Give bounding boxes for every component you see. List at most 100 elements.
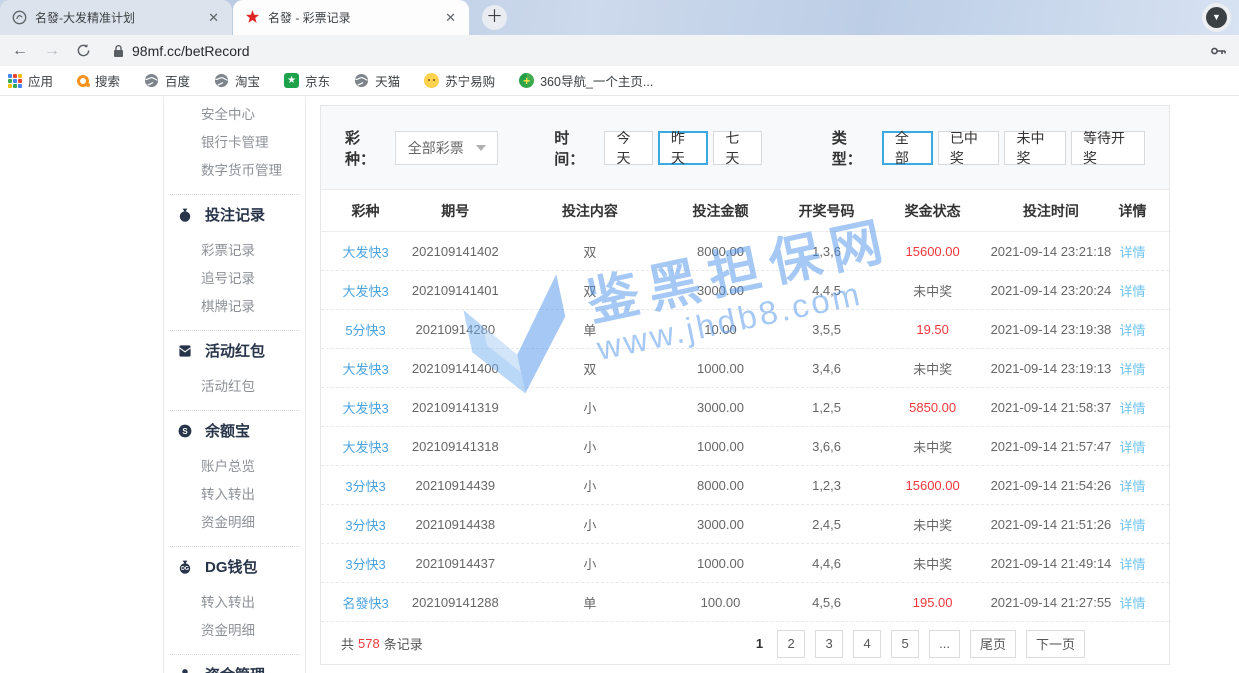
content-cell: 双 — [517, 281, 664, 300]
table-row: 大发快3 202109141318 小 1000.00 3,6,6 未中奖 20… — [321, 427, 1169, 466]
lottery-select[interactable]: 全部彩票 — [395, 131, 498, 165]
bookmark-jd[interactable]: ★ 京东 — [284, 71, 330, 90]
bookmark-search[interactable]: 搜索 — [77, 71, 120, 90]
detail-link[interactable]: 详情 — [1112, 554, 1153, 573]
new-tab-button[interactable]: ＋ — [482, 5, 507, 30]
bookmarks-bar: 应用 搜索 百度 淘宝 ★ 京东 天猫 苏宁易购 + 360导航_一个主页... — [0, 66, 1239, 96]
time-filter-label: 时间： — [554, 127, 596, 169]
numbers-cell: 3,4,6 — [778, 361, 876, 376]
lottery-link[interactable]: 大发快3 — [337, 242, 394, 261]
divider — [170, 330, 299, 331]
apps-grid-icon — [8, 74, 22, 88]
content-cell: 双 — [517, 359, 664, 378]
sidebar-section-red-packet[interactable]: 活动红包 — [177, 340, 305, 361]
time-cell: 2021-09-14 21:51:26 — [990, 517, 1112, 532]
page-3[interactable]: 3 — [815, 630, 843, 658]
sidebar-item-chase-records[interactable]: 追号记录 — [201, 265, 305, 293]
table-row: 名發快3 202109141288 单 100.00 4,5,6 195.00 … — [321, 583, 1169, 622]
detail-link[interactable]: 详情 — [1112, 593, 1153, 612]
sidebar-item-security-center[interactable]: 安全中心 — [201, 101, 305, 129]
detail-link[interactable]: 详情 — [1112, 281, 1153, 300]
sidebar-section-dg-wallet[interactable]: DG DG钱包 — [177, 556, 305, 577]
bookmark-label: 淘宝 — [235, 71, 260, 90]
search-ring-icon — [77, 75, 89, 87]
detail-link[interactable]: 详情 — [1112, 242, 1153, 261]
detail-link[interactable]: 详情 — [1112, 398, 1153, 417]
browser-tab-bet-record[interactable]: 名發 - 彩票记录 ✕ — [233, 0, 469, 35]
detail-link[interactable]: 详情 — [1112, 437, 1153, 456]
lottery-link[interactable]: 大发快3 — [337, 281, 394, 300]
detail-link[interactable]: 详情 — [1112, 320, 1153, 339]
sidebar-item-account-overview[interactable]: 账户总览 — [201, 453, 305, 481]
sidebar-item-activity-red-packet[interactable]: 活动红包 — [201, 373, 305, 401]
bookmark-tmall[interactable]: 天猫 — [354, 71, 400, 90]
lottery-link[interactable]: 5分快3 — [337, 320, 394, 339]
section-title: DG钱包 — [205, 556, 258, 577]
bookmark-apps[interactable]: 应用 — [8, 71, 53, 90]
time-filter-today[interactable]: 今天 — [604, 131, 652, 165]
sidebar-section-yuebao[interactable]: S 余额宝 — [177, 420, 305, 441]
star-favicon-icon — [245, 10, 260, 25]
refresh-icon[interactable] — [76, 43, 91, 58]
detail-link[interactable]: 详情 — [1112, 359, 1153, 378]
sidebar-item-fund-details[interactable]: 资金明细 — [201, 509, 305, 537]
bookmark-baidu[interactable]: 百度 — [144, 71, 190, 90]
bookmark-suning[interactable]: 苏宁易购 — [424, 71, 495, 90]
money-bag-icon — [177, 207, 193, 223]
lottery-link[interactable]: 3分快3 — [337, 515, 394, 534]
status-cell: 未中奖 — [876, 554, 990, 573]
type-filter-all[interactable]: 全部 — [882, 131, 933, 165]
sidebar-item-bank-card[interactable]: 银行卡管理 — [201, 129, 305, 157]
sidebar-item-digital-currency[interactable]: 数字货币管理 — [201, 157, 305, 185]
forward-icon[interactable]: → — [44, 43, 60, 59]
back-icon[interactable]: ← — [12, 43, 28, 59]
browser-extension-button[interactable]: ▼ — [1202, 3, 1231, 32]
amount-cell: 3000.00 — [663, 517, 777, 532]
page-5[interactable]: 5 — [891, 630, 919, 658]
content-cell: 小 — [517, 398, 664, 417]
close-tab-icon[interactable]: ✕ — [442, 10, 459, 26]
content-cell: 小 — [517, 476, 664, 495]
address-bar[interactable]: 98mf.cc/betRecord — [113, 43, 250, 59]
sidebar-item-lottery-records[interactable]: 彩票记录 — [201, 237, 305, 265]
sidebar-item-dg-transfer[interactable]: 转入转出 — [201, 589, 305, 617]
time-cell: 2021-09-14 21:27:55 — [990, 595, 1112, 610]
type-filter-won[interactable]: 已中奖 — [938, 131, 1000, 165]
page-ellipsis[interactable]: ... — [929, 630, 960, 658]
detail-link[interactable]: 详情 — [1112, 515, 1153, 534]
close-tab-icon[interactable]: ✕ — [205, 10, 222, 26]
browser-toolbar: ← → 98mf.cc/betRecord — [0, 35, 1239, 66]
lottery-select-value: 全部彩票 — [408, 138, 464, 158]
lottery-link[interactable]: 3分快3 — [337, 476, 394, 495]
divider — [170, 194, 299, 195]
type-filter-pending[interactable]: 等待开奖 — [1071, 131, 1145, 165]
sidebar-item-board-game-records[interactable]: 棋牌记录 — [201, 293, 305, 321]
sidebar-section-bet-records[interactable]: 投注记录 — [177, 204, 305, 225]
type-filter-lost[interactable]: 未中奖 — [1004, 131, 1066, 165]
sidebar-section-fund-management[interactable]: 资金管理 — [177, 664, 305, 673]
key-icon[interactable] — [1210, 44, 1227, 58]
status-cell: 未中奖 — [876, 281, 990, 300]
browser-tab-plan[interactable]: 名發-大发精准计划 ✕ — [0, 0, 232, 35]
time-filter-yesterday[interactable]: 昨天 — [658, 131, 708, 165]
sidebar-item-dg-fund-details[interactable]: 资金明细 — [201, 617, 305, 645]
lottery-link[interactable]: 大发快3 — [337, 359, 394, 378]
time-filter-seven-days[interactable]: 七天 — [713, 131, 761, 165]
last-page-button[interactable]: 尾页 — [970, 630, 1016, 658]
sidebar-item-transfer-in-out[interactable]: 转入转出 — [201, 481, 305, 509]
lottery-link[interactable]: 大发快3 — [337, 398, 394, 417]
club-icon — [177, 667, 193, 673]
table-row: 大发快3 202109141319 小 3000.00 1,2,5 5850.0… — [321, 388, 1169, 427]
issue-cell: 202109141288 — [394, 595, 516, 610]
content-cell: 单 — [517, 593, 664, 612]
lottery-link[interactable]: 大发快3 — [337, 437, 394, 456]
lottery-link[interactable]: 名發快3 — [337, 593, 394, 612]
page-2[interactable]: 2 — [777, 630, 805, 658]
lottery-link[interactable]: 3分快3 — [337, 554, 394, 573]
next-page-button[interactable]: 下一页 — [1026, 630, 1085, 658]
bookmark-label: 天猫 — [375, 71, 400, 90]
bookmark-360nav[interactable]: + 360导航_一个主页... — [519, 71, 653, 90]
page-4[interactable]: 4 — [853, 630, 881, 658]
bookmark-taobao[interactable]: 淘宝 — [214, 71, 260, 90]
detail-link[interactable]: 详情 — [1112, 476, 1153, 495]
